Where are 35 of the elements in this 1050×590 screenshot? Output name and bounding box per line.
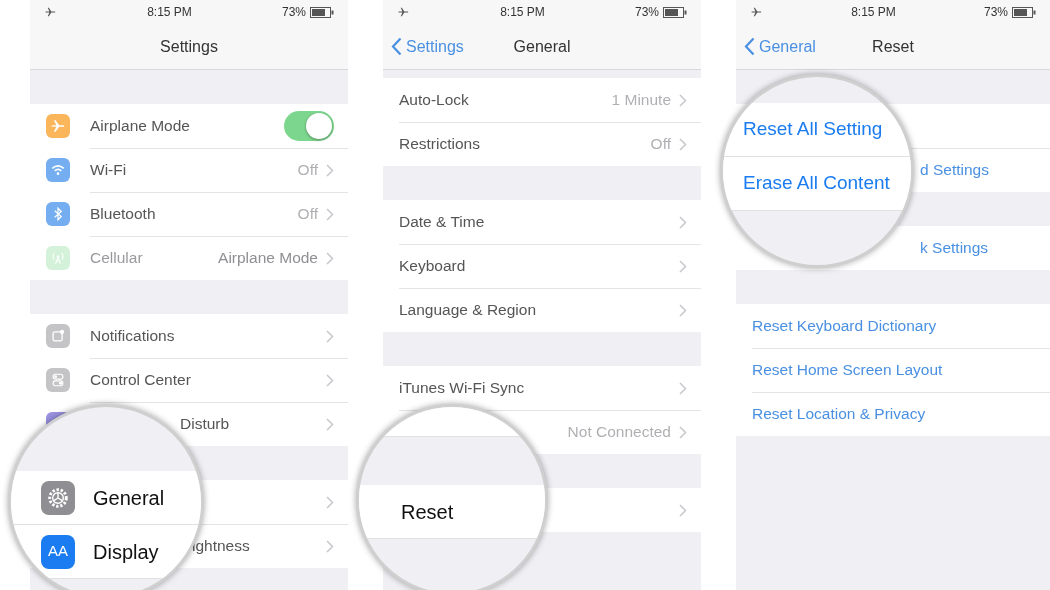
status-time: 8:15 PM <box>500 4 545 21</box>
row-value: 1 Minute <box>611 90 671 111</box>
row-label: Auto-Lock <box>399 90 469 111</box>
row-label: k Settings <box>920 238 989 259</box>
row-value: Off <box>650 134 671 155</box>
row-label: Restrictions <box>399 134 480 155</box>
row-value: Not Connected <box>567 422 671 443</box>
screen-title: General <box>513 36 571 57</box>
row-value: Off <box>297 160 318 181</box>
row-label: d Settings <box>920 160 989 181</box>
row-label: Disturb <box>180 414 230 435</box>
text-size-icon: AA <box>41 534 75 569</box>
row-label: Date & Time <box>399 212 485 233</box>
row-label: Keyboard <box>399 256 466 277</box>
battery-percentage: 73% <box>281 4 306 21</box>
row-label: Reset Location & Privacy <box>752 404 926 425</box>
battery-percentage: 73% <box>634 4 659 21</box>
battery-percentage: 73% <box>983 4 1008 21</box>
row-label: Language & Region <box>399 300 537 321</box>
row-label: Control Center <box>90 370 191 391</box>
row-label: iTunes Wi-Fi Sync <box>399 378 525 399</box>
row-label: Airplane Mode <box>90 116 190 137</box>
row-value: Airplane Mode <box>218 248 318 269</box>
row-label: Reset Keyboard Dictionary <box>752 316 937 337</box>
row-value: Off <box>297 204 318 225</box>
row-label: Bluetooth <box>90 204 156 225</box>
row-label: Reset Home Screen Layout <box>752 360 943 381</box>
screen-title: Settings <box>160 36 218 57</box>
status-time: 8:15 PM <box>147 4 192 21</box>
row-label: Wi-Fi <box>90 160 127 181</box>
status-time: 8:15 PM <box>851 4 896 21</box>
row-label: ightness <box>192 536 250 557</box>
row-label: Cellular <box>90 248 143 269</box>
row-label: Notifications <box>90 326 175 347</box>
screen-title: Reset <box>872 36 914 57</box>
